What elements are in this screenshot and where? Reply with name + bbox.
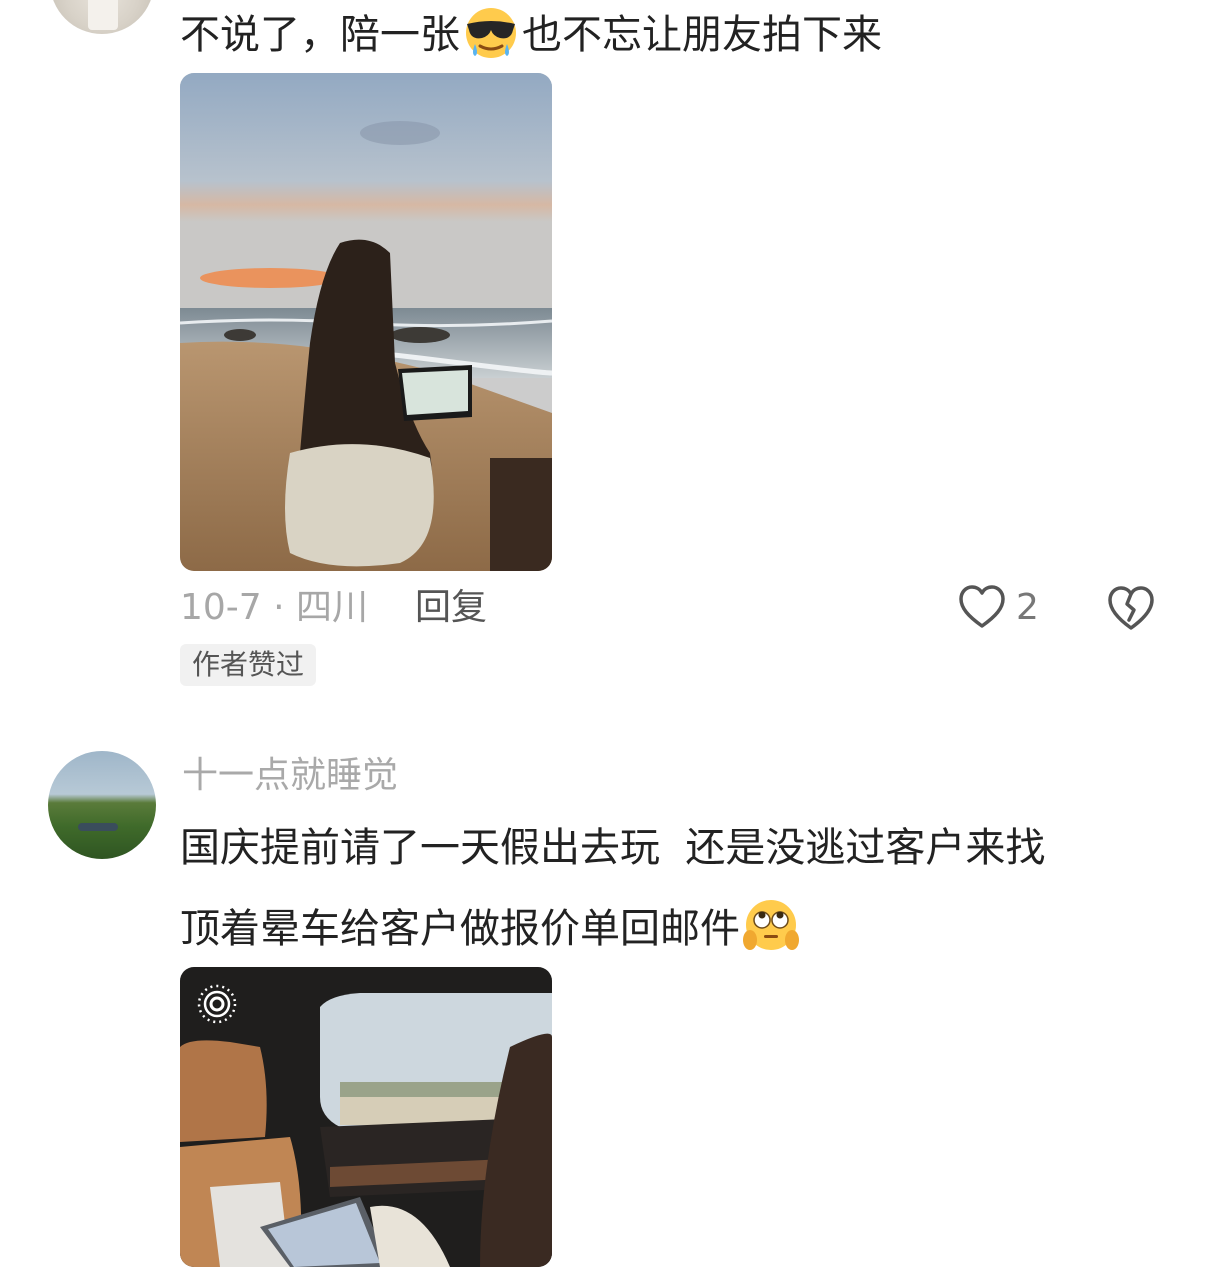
sunglasses-sweat-emoji-icon bbox=[466, 8, 516, 58]
author-liked-badge: 作者赞过 bbox=[180, 644, 317, 686]
comment-username[interactable]: 十一点就睡觉 bbox=[182, 754, 398, 798]
like-count: 2 bbox=[1016, 587, 1039, 628]
comment-photo[interactable] bbox=[180, 73, 552, 571]
live-photo-icon[interactable] bbox=[196, 983, 238, 1025]
reply-button[interactable]: 回复 bbox=[415, 586, 487, 630]
beach-laptop-photo bbox=[180, 73, 552, 571]
comment-text-line: 顶着晕车给客户做报价单回邮件 bbox=[180, 896, 802, 954]
comment-avatar[interactable] bbox=[48, 751, 156, 859]
comment-avatar[interactable] bbox=[50, 0, 154, 34]
broken-heart-icon[interactable] bbox=[1106, 584, 1156, 632]
rolling-eyes-hands-emoji-icon bbox=[743, 900, 799, 950]
heart-outline-icon[interactable] bbox=[958, 584, 1006, 630]
comment-text: 不说了，陪一张 也不忘让朋友拍下来 bbox=[180, 2, 882, 60]
comment-text-line: 国庆提前请了一天假出去玩 还是没逃过客户来找 bbox=[180, 825, 1046, 871]
avatar-figure bbox=[88, 0, 118, 30]
avatar-figure bbox=[78, 823, 118, 831]
comment-date-location: 10-7 · 四川 bbox=[180, 587, 369, 628]
